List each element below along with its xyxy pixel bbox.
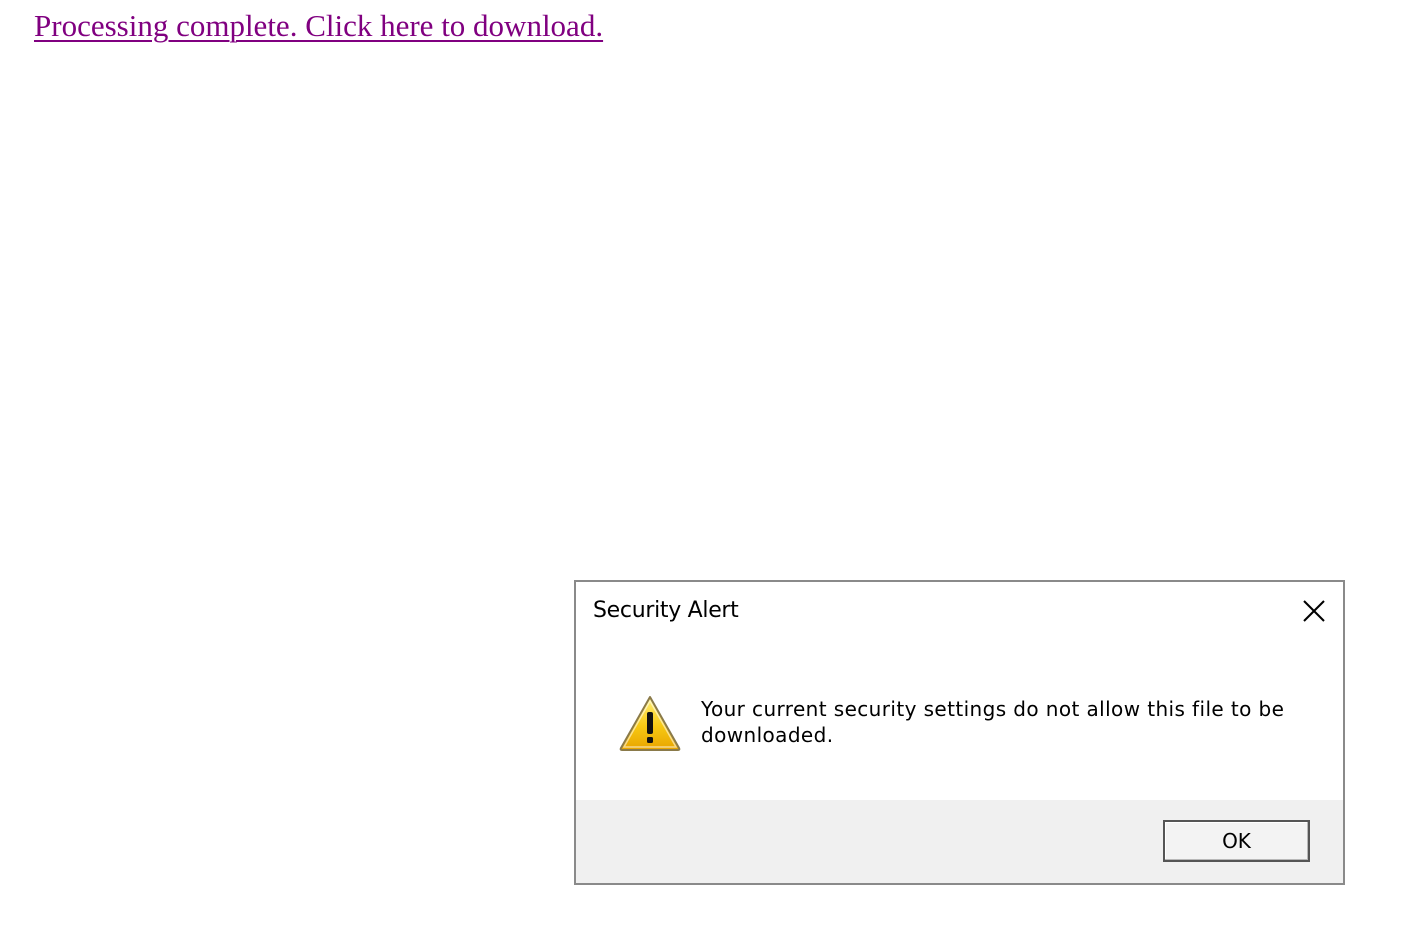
download-link[interactable]: Processing complete. Click here to downl…: [34, 8, 603, 44]
dialog-title: Security Alert: [593, 598, 739, 623]
dialog-footer: OK: [576, 800, 1343, 883]
security-alert-dialog: Security Alert Your current security set…: [574, 580, 1345, 885]
dialog-message: Your current security settings do not al…: [701, 697, 1285, 747]
warning-icon: [618, 694, 682, 752]
dialog-title-bar: Security Alert: [576, 582, 1343, 642]
dialog-content: Your current security settings do not al…: [576, 642, 1343, 800]
ok-button[interactable]: OK: [1163, 820, 1310, 862]
close-button[interactable]: [1295, 592, 1333, 630]
close-icon: [1303, 600, 1325, 622]
